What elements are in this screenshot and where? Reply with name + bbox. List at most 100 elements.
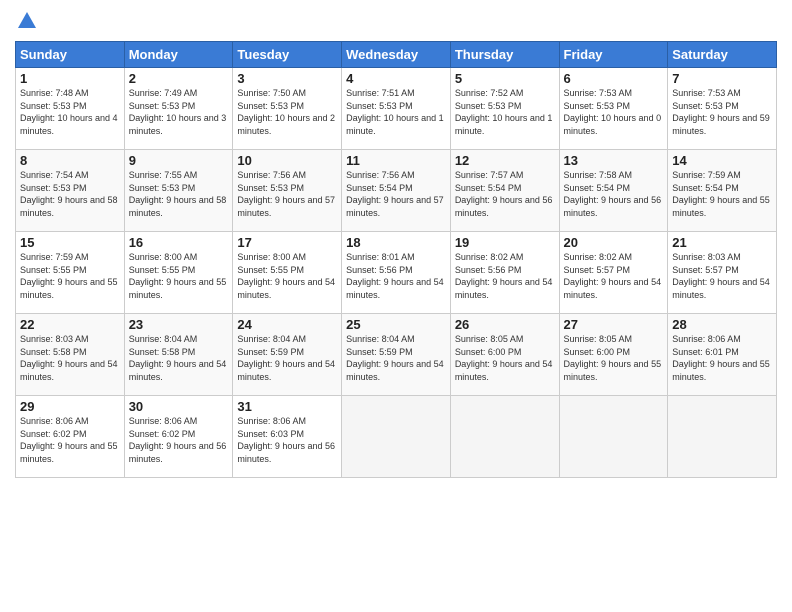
calendar-cell: 23 Sunrise: 8:04 AMSunset: 5:58 PMDaylig…: [124, 314, 233, 396]
calendar-cell: 5 Sunrise: 7:52 AMSunset: 5:53 PMDayligh…: [450, 68, 559, 150]
day-number: 25: [346, 317, 446, 332]
calendar-cell: 9 Sunrise: 7:55 AMSunset: 5:53 PMDayligh…: [124, 150, 233, 232]
calendar-cell: 28 Sunrise: 8:06 AMSunset: 6:01 PMDaylig…: [668, 314, 777, 396]
week-row-1: 1 Sunrise: 7:48 AMSunset: 5:53 PMDayligh…: [16, 68, 777, 150]
cell-info: Sunrise: 7:57 AMSunset: 5:54 PMDaylight:…: [455, 170, 553, 218]
calendar-cell: 27 Sunrise: 8:05 AMSunset: 6:00 PMDaylig…: [559, 314, 668, 396]
cell-info: Sunrise: 7:52 AMSunset: 5:53 PMDaylight:…: [455, 88, 553, 136]
calendar-cell: 31 Sunrise: 8:06 AMSunset: 6:03 PMDaylig…: [233, 396, 342, 478]
cell-info: Sunrise: 8:04 AMSunset: 5:59 PMDaylight:…: [237, 334, 335, 382]
day-number: 13: [564, 153, 664, 168]
calendar-cell: 19 Sunrise: 8:02 AMSunset: 5:56 PMDaylig…: [450, 232, 559, 314]
day-number: 10: [237, 153, 337, 168]
cell-info: Sunrise: 7:51 AMSunset: 5:53 PMDaylight:…: [346, 88, 444, 136]
cell-info: Sunrise: 8:06 AMSunset: 6:01 PMDaylight:…: [672, 334, 770, 382]
page: SundayMondayTuesdayWednesdayThursdayFrid…: [0, 0, 792, 612]
header: [15, 10, 777, 33]
cell-info: Sunrise: 7:50 AMSunset: 5:53 PMDaylight:…: [237, 88, 335, 136]
day-number: 14: [672, 153, 772, 168]
calendar-cell: 2 Sunrise: 7:49 AMSunset: 5:53 PMDayligh…: [124, 68, 233, 150]
week-row-5: 29 Sunrise: 8:06 AMSunset: 6:02 PMDaylig…: [16, 396, 777, 478]
calendar-cell: 24 Sunrise: 8:04 AMSunset: 5:59 PMDaylig…: [233, 314, 342, 396]
calendar-cell: 25 Sunrise: 8:04 AMSunset: 5:59 PMDaylig…: [342, 314, 451, 396]
cell-info: Sunrise: 7:49 AMSunset: 5:53 PMDaylight:…: [129, 88, 227, 136]
weekday-wednesday: Wednesday: [342, 42, 451, 68]
day-number: 5: [455, 71, 555, 86]
logo: [15, 10, 38, 33]
weekday-sunday: Sunday: [16, 42, 125, 68]
cell-info: Sunrise: 8:06 AMSunset: 6:02 PMDaylight:…: [20, 416, 118, 464]
calendar-cell: 6 Sunrise: 7:53 AMSunset: 5:53 PMDayligh…: [559, 68, 668, 150]
day-number: 31: [237, 399, 337, 414]
calendar-cell: 12 Sunrise: 7:57 AMSunset: 5:54 PMDaylig…: [450, 150, 559, 232]
cell-info: Sunrise: 7:56 AMSunset: 5:54 PMDaylight:…: [346, 170, 444, 218]
calendar-cell: 14 Sunrise: 7:59 AMSunset: 5:54 PMDaylig…: [668, 150, 777, 232]
calendar-cell: 30 Sunrise: 8:06 AMSunset: 6:02 PMDaylig…: [124, 396, 233, 478]
calendar-cell: 10 Sunrise: 7:56 AMSunset: 5:53 PMDaylig…: [233, 150, 342, 232]
day-number: 24: [237, 317, 337, 332]
calendar-cell: 7 Sunrise: 7:53 AMSunset: 5:53 PMDayligh…: [668, 68, 777, 150]
calendar-cell: [668, 396, 777, 478]
cell-info: Sunrise: 8:04 AMSunset: 5:59 PMDaylight:…: [346, 334, 444, 382]
calendar-cell: 1 Sunrise: 7:48 AMSunset: 5:53 PMDayligh…: [16, 68, 125, 150]
cell-info: Sunrise: 7:59 AMSunset: 5:54 PMDaylight:…: [672, 170, 770, 218]
calendar-cell: 21 Sunrise: 8:03 AMSunset: 5:57 PMDaylig…: [668, 232, 777, 314]
calendar-cell: 8 Sunrise: 7:54 AMSunset: 5:53 PMDayligh…: [16, 150, 125, 232]
day-number: 4: [346, 71, 446, 86]
cell-info: Sunrise: 8:03 AMSunset: 5:58 PMDaylight:…: [20, 334, 118, 382]
weekday-tuesday: Tuesday: [233, 42, 342, 68]
day-number: 20: [564, 235, 664, 250]
cell-info: Sunrise: 8:01 AMSunset: 5:56 PMDaylight:…: [346, 252, 444, 300]
calendar-cell: 3 Sunrise: 7:50 AMSunset: 5:53 PMDayligh…: [233, 68, 342, 150]
day-number: 15: [20, 235, 120, 250]
cell-info: Sunrise: 7:55 AMSunset: 5:53 PMDaylight:…: [129, 170, 227, 218]
calendar-cell: 11 Sunrise: 7:56 AMSunset: 5:54 PMDaylig…: [342, 150, 451, 232]
weekday-header-row: SundayMondayTuesdayWednesdayThursdayFrid…: [16, 42, 777, 68]
calendar-cell: 26 Sunrise: 8:05 AMSunset: 6:00 PMDaylig…: [450, 314, 559, 396]
cell-info: Sunrise: 8:04 AMSunset: 5:58 PMDaylight:…: [129, 334, 227, 382]
cell-info: Sunrise: 7:53 AMSunset: 5:53 PMDaylight:…: [564, 88, 662, 136]
cell-info: Sunrise: 7:54 AMSunset: 5:53 PMDaylight:…: [20, 170, 118, 218]
calendar-cell: 17 Sunrise: 8:00 AMSunset: 5:55 PMDaylig…: [233, 232, 342, 314]
weekday-monday: Monday: [124, 42, 233, 68]
week-row-2: 8 Sunrise: 7:54 AMSunset: 5:53 PMDayligh…: [16, 150, 777, 232]
day-number: 30: [129, 399, 229, 414]
day-number: 1: [20, 71, 120, 86]
logo-icon: [16, 10, 38, 32]
cell-info: Sunrise: 7:56 AMSunset: 5:53 PMDaylight:…: [237, 170, 335, 218]
calendar-table: SundayMondayTuesdayWednesdayThursdayFrid…: [15, 41, 777, 478]
day-number: 19: [455, 235, 555, 250]
day-number: 23: [129, 317, 229, 332]
day-number: 7: [672, 71, 772, 86]
calendar-cell: [450, 396, 559, 478]
calendar-cell: 20 Sunrise: 8:02 AMSunset: 5:57 PMDaylig…: [559, 232, 668, 314]
day-number: 27: [564, 317, 664, 332]
cell-info: Sunrise: 8:03 AMSunset: 5:57 PMDaylight:…: [672, 252, 770, 300]
day-number: 26: [455, 317, 555, 332]
day-number: 8: [20, 153, 120, 168]
weekday-saturday: Saturday: [668, 42, 777, 68]
day-number: 29: [20, 399, 120, 414]
cell-info: Sunrise: 8:06 AMSunset: 6:03 PMDaylight:…: [237, 416, 335, 464]
day-number: 28: [672, 317, 772, 332]
calendar-cell: 16 Sunrise: 8:00 AMSunset: 5:55 PMDaylig…: [124, 232, 233, 314]
day-number: 18: [346, 235, 446, 250]
cell-info: Sunrise: 8:05 AMSunset: 6:00 PMDaylight:…: [455, 334, 553, 382]
cell-info: Sunrise: 8:05 AMSunset: 6:00 PMDaylight:…: [564, 334, 662, 382]
day-number: 3: [237, 71, 337, 86]
cell-info: Sunrise: 8:00 AMSunset: 5:55 PMDaylight:…: [237, 252, 335, 300]
calendar-cell: 29 Sunrise: 8:06 AMSunset: 6:02 PMDaylig…: [16, 396, 125, 478]
day-number: 9: [129, 153, 229, 168]
cell-info: Sunrise: 7:59 AMSunset: 5:55 PMDaylight:…: [20, 252, 118, 300]
calendar-cell: 15 Sunrise: 7:59 AMSunset: 5:55 PMDaylig…: [16, 232, 125, 314]
week-row-3: 15 Sunrise: 7:59 AMSunset: 5:55 PMDaylig…: [16, 232, 777, 314]
day-number: 21: [672, 235, 772, 250]
weekday-thursday: Thursday: [450, 42, 559, 68]
day-number: 16: [129, 235, 229, 250]
cell-info: Sunrise: 7:58 AMSunset: 5:54 PMDaylight:…: [564, 170, 662, 218]
week-row-4: 22 Sunrise: 8:03 AMSunset: 5:58 PMDaylig…: [16, 314, 777, 396]
calendar-cell: 13 Sunrise: 7:58 AMSunset: 5:54 PMDaylig…: [559, 150, 668, 232]
day-number: 17: [237, 235, 337, 250]
cell-info: Sunrise: 7:48 AMSunset: 5:53 PMDaylight:…: [20, 88, 118, 136]
day-number: 6: [564, 71, 664, 86]
